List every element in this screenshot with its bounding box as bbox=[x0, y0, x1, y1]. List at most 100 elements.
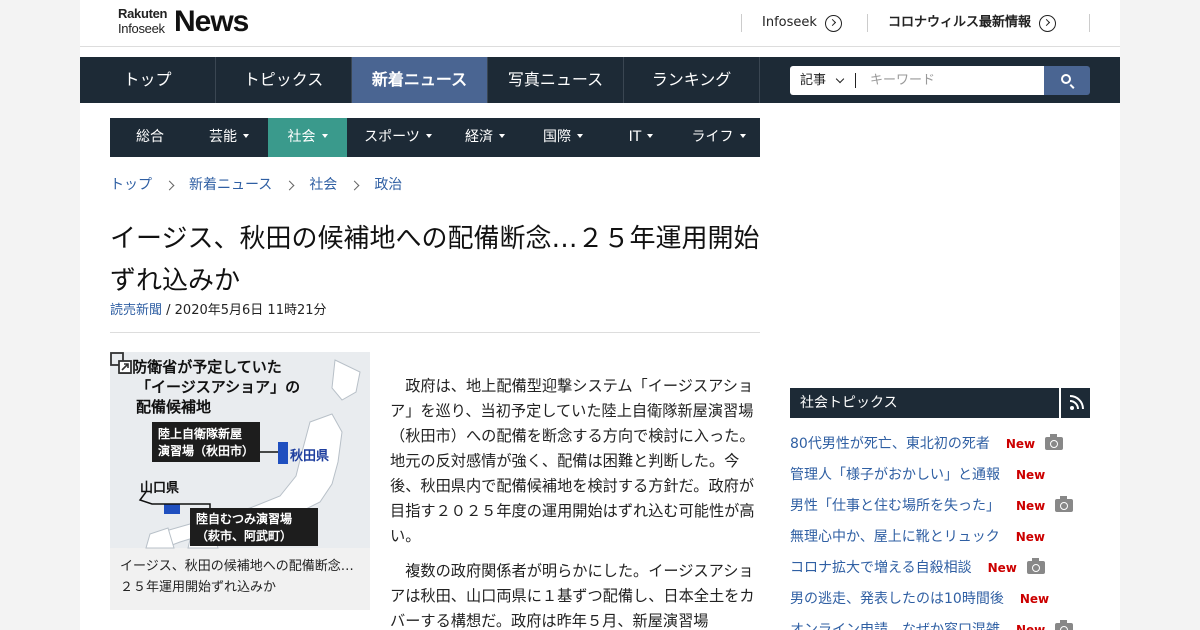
logo-rakuten: Rakuten bbox=[118, 6, 168, 21]
breadcrumb-latest-news[interactable]: 新着ニュース bbox=[189, 175, 272, 195]
category-life[interactable]: ライフ bbox=[677, 118, 760, 157]
site-logo[interactable]: Rakuten Infoseek News bbox=[118, 5, 268, 39]
new-badge: New bbox=[1019, 591, 1050, 606]
list-item[interactable]: 80代男性が死亡、東北初の死者 New bbox=[790, 428, 1090, 459]
category-label: IT bbox=[628, 129, 642, 145]
list-item[interactable]: 管理人「様子がおかしい」と通報 New bbox=[790, 459, 1090, 490]
chevron-right-icon bbox=[284, 180, 295, 190]
divider bbox=[1089, 14, 1090, 32]
arrow-circle-icon bbox=[1039, 14, 1057, 32]
sidebar-topic-list: 80代男性が死亡、東北初の死者 New 管理人「様子がおかしい」と通報 New 男性… bbox=[790, 428, 1090, 630]
category-general[interactable]: 総合 bbox=[110, 118, 190, 157]
article-paragraph: 政府は、地上配備型迎撃システム「イージスアショア」を巡り、当初予定していた陸上自… bbox=[390, 377, 755, 545]
new-badge: New bbox=[1016, 498, 1046, 513]
map-title-line1: 防衛省が予定していた bbox=[132, 358, 282, 376]
topic-title: 無理心中か、屋上に靴とリュック bbox=[790, 528, 1000, 545]
search-scope-select[interactable]: 記事 bbox=[790, 66, 858, 95]
article-figure[interactable]: ■防衛省が予定していた 「イージスアショア」の 配備候補地 陸上自衛隊新屋 演習… bbox=[110, 352, 370, 610]
list-item[interactable]: 男性「仕事と住む場所を失った」 New bbox=[790, 490, 1090, 521]
camera-icon bbox=[1026, 558, 1045, 574]
search-input[interactable] bbox=[858, 66, 1044, 95]
category-label: スポーツ bbox=[364, 129, 420, 145]
map-label-akita-pref: 秋田県 bbox=[290, 448, 329, 464]
category-society[interactable]: 社会 bbox=[268, 118, 347, 157]
rss-icon bbox=[1069, 395, 1084, 410]
camera-icon bbox=[1055, 620, 1074, 630]
category-sports[interactable]: スポーツ bbox=[347, 118, 449, 157]
new-badge: New bbox=[1016, 622, 1046, 630]
camera-icon bbox=[1045, 434, 1064, 450]
category-label: 経済 bbox=[465, 129, 493, 145]
topic-title: オンライン申請、なぜか窓口混雑 bbox=[790, 621, 1000, 630]
map-image: ■防衛省が予定していた 「イージスアショア」の 配備候補地 陸上自衛隊新屋 演習… bbox=[110, 352, 370, 549]
dropdown-arrow-icon bbox=[739, 134, 746, 138]
page: Rakuten Infoseek News Infoseek コロナウィルス最新… bbox=[80, 0, 1120, 630]
topic-title: 男の逃走、発表したのは10時間後 bbox=[790, 590, 1004, 607]
search-icon bbox=[1061, 74, 1071, 84]
category-international[interactable]: 国際 bbox=[521, 118, 605, 157]
list-item[interactable]: 無理心中か、屋上に靴とリュック New bbox=[790, 521, 1090, 552]
infoseek-link[interactable]: Infoseek bbox=[762, 14, 842, 32]
category-entertainment[interactable]: 芸能 bbox=[190, 118, 268, 157]
chevron-right-icon bbox=[164, 180, 175, 190]
figure-caption: イージス、秋田の候補地への配備断念…２５年運用開始ずれ込みか bbox=[120, 559, 354, 595]
dropdown-arrow-icon bbox=[321, 134, 328, 138]
list-item[interactable]: コロナ拡大で増える自殺相談 New bbox=[790, 552, 1090, 583]
divider bbox=[110, 332, 760, 333]
main-nav: トップ トピックス 新着ニュース 写真ニュース ランキング 記事 bbox=[80, 57, 1120, 103]
svg-text:■防衛省が予定していた: ■防衛省が予定していた bbox=[118, 358, 282, 376]
chevron-down-icon bbox=[835, 74, 845, 84]
map-title-line2: 「イージスアショア」の bbox=[136, 378, 300, 396]
category-economy[interactable]: 経済 bbox=[449, 118, 521, 157]
rss-button[interactable] bbox=[1059, 388, 1090, 418]
dropdown-arrow-icon bbox=[243, 134, 249, 138]
divider bbox=[867, 14, 868, 32]
new-badge: New bbox=[1015, 529, 1046, 544]
map-label-akita-site-line1: 陸上自衛隊新屋 bbox=[158, 426, 242, 441]
nav-topics[interactable]: トピックス bbox=[216, 57, 352, 103]
topic-title: 男性「仕事と住む場所を失った」 bbox=[790, 497, 1000, 514]
dropdown-arrow-icon bbox=[577, 134, 583, 138]
logo-news: News bbox=[174, 5, 249, 38]
category-label: 国際 bbox=[543, 129, 571, 145]
map-title-line3: 配備候補地 bbox=[136, 398, 211, 416]
list-item[interactable]: オンライン申請、なぜか窓口混雑 New bbox=[790, 614, 1090, 630]
article-date: / 2020年5月6日 11時21分 bbox=[162, 303, 327, 318]
new-badge: New bbox=[987, 560, 1017, 575]
article-paragraph: 複数の政府関係者が明らかにした。イージスアショアは秋田、山口両県に１基ずつ配備し… bbox=[390, 562, 755, 630]
new-badge: New bbox=[1016, 467, 1046, 482]
nav-photo-news[interactable]: 写真ニュース bbox=[488, 57, 624, 103]
map-label-akita-site-line2: 演習場（秋田市） bbox=[158, 443, 254, 458]
search-button[interactable] bbox=[1044, 66, 1090, 95]
camera-icon bbox=[1055, 496, 1074, 512]
topic-title: 管理人「様子がおかしい」と通報 bbox=[790, 466, 1000, 483]
map-label-yamaguchi-site-line1: 陸自むつみ演習場 bbox=[196, 511, 292, 526]
category-label: 芸能 bbox=[209, 129, 237, 145]
sidebar-heading: 社会トピックス bbox=[790, 388, 1090, 418]
breadcrumb-top[interactable]: トップ bbox=[110, 175, 152, 195]
article-body: 政府は、地上配備型迎撃システム「イージスアショア」を巡り、当初予定していた陸上自… bbox=[390, 374, 760, 630]
expand-image-icon[interactable] bbox=[110, 352, 132, 374]
new-badge: New bbox=[1005, 436, 1036, 451]
topic-title: 80代男性が死亡、東北初の死者 bbox=[790, 435, 990, 452]
nav-top[interactable]: トップ bbox=[80, 57, 216, 103]
list-item[interactable]: 男の逃走、発表したのは10時間後 New bbox=[790, 583, 1090, 614]
dropdown-arrow-icon bbox=[425, 134, 432, 138]
topic-title: コロナ拡大で増える自殺相談 bbox=[790, 559, 972, 576]
corona-info-link-label: コロナウィルス最新情報 bbox=[888, 15, 1032, 30]
breadcrumb-politics[interactable]: 政治 bbox=[374, 175, 402, 195]
article-source-link[interactable]: 読売新聞 bbox=[110, 303, 162, 318]
nav-latest-news[interactable]: 新着ニュース bbox=[352, 57, 488, 103]
category-nav: 総合 芸能 社会 スポーツ 経済 国際 IT ライフ bbox=[110, 118, 760, 157]
map-label-yamaguchi-site-line2: （萩市、阿武町） bbox=[196, 528, 292, 543]
search-scope-label: 記事 bbox=[800, 73, 827, 88]
corona-info-link[interactable]: コロナウィルス最新情報 bbox=[888, 14, 1057, 32]
breadcrumb-society[interactable]: 社会 bbox=[309, 175, 337, 195]
nav-ranking[interactable]: ランキング bbox=[624, 57, 760, 103]
divider bbox=[855, 73, 856, 88]
sidebar-heading-label: 社会トピックス bbox=[800, 395, 898, 411]
category-label: 総合 bbox=[136, 129, 164, 145]
divider bbox=[741, 14, 742, 32]
infoseek-link-label: Infoseek bbox=[762, 15, 817, 30]
category-it[interactable]: IT bbox=[605, 118, 677, 157]
